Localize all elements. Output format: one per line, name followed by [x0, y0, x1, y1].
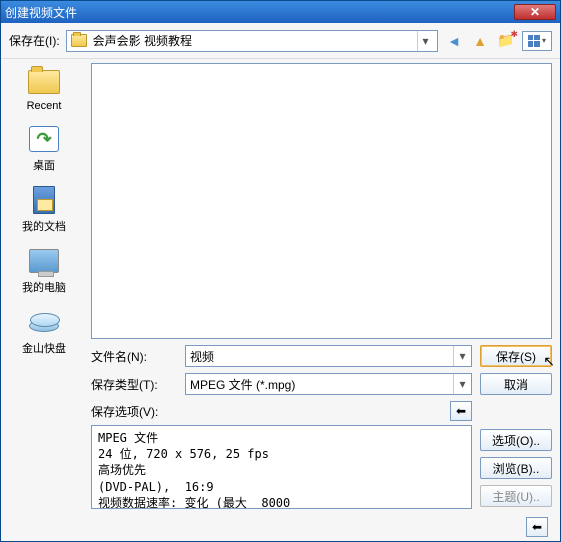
main-panel: 文件名(N): ▾ 保存(S) ↖ 保存类型(T): MPEG 文件 (*.mp…	[87, 59, 560, 541]
filetype-value: MPEG 文件 (*.mpg)	[186, 376, 453, 393]
places-sidebar: Recent 桌面 我的文档 我的电脑 金山快盘	[1, 59, 87, 541]
titlebar: 创建视频文件 ✕	[1, 1, 560, 23]
chevron-down-icon: ▾	[542, 36, 546, 45]
nav-bottom: ⬅	[91, 517, 552, 537]
computer-icon	[29, 249, 59, 273]
save-in-label: 保存在(I):	[9, 32, 60, 49]
chevron-down-icon[interactable]: ▾	[417, 31, 433, 51]
theme-button[interactable]: 主题(U)..	[480, 485, 552, 507]
chevron-down-icon[interactable]: ▾	[453, 346, 471, 366]
browse-button[interactable]: 浏览(B)..	[480, 457, 552, 479]
filetype-combo[interactable]: MPEG 文件 (*.mpg) ▾	[185, 373, 472, 395]
desktop-icon	[29, 126, 59, 152]
right-buttons: 选项(O).. 浏览(B).. 主题(U)..	[480, 401, 552, 509]
cursor-icon: ↖	[543, 353, 555, 370]
documents-icon	[33, 186, 55, 214]
disk-icon	[29, 320, 59, 332]
cancel-button[interactable]: 取消	[480, 373, 552, 395]
filetype-row: 保存类型(T): MPEG 文件 (*.mpg) ▾ 取消	[91, 373, 552, 395]
sidebar-item-recent[interactable]: Recent	[27, 67, 62, 112]
save-in-path: 会声会影 视频教程	[93, 32, 411, 49]
options-left: 保存选项(V): ⬅ MPEG 文件 24 位, 720 x 576, 25 f…	[91, 401, 472, 509]
sidebar-item-label: 金山快盘	[22, 340, 66, 356]
options-button[interactable]: 选项(O)..	[480, 429, 552, 451]
body-area: Recent 桌面 我的文档 我的电脑 金山快盘 文件名(N):	[1, 59, 560, 541]
filename-row: 文件名(N): ▾ 保存(S) ↖	[91, 345, 552, 367]
filename-combo[interactable]: ▾	[185, 345, 472, 367]
up-one-level-icon[interactable]: ▲	[470, 31, 490, 51]
save-options-label: 保存选项(V):	[91, 403, 158, 420]
dialog-window: 创建视频文件 ✕ 保存在(I): 会声会影 视频教程 ▾ ◄ ▲ 📁 ▾ Rec…	[0, 0, 561, 542]
save-button[interactable]: 保存(S) ↖	[480, 345, 552, 367]
sidebar-item-label: 我的文档	[22, 218, 66, 234]
toolbar: 保存在(I): 会声会影 视频教程 ▾ ◄ ▲ 📁 ▾	[1, 23, 560, 59]
collapse-left-button-2[interactable]: ⬅	[526, 517, 548, 537]
window-title: 创建视频文件	[5, 4, 514, 21]
view-grid-icon	[528, 35, 540, 47]
back-icon[interactable]: ◄	[444, 31, 464, 51]
file-list[interactable]	[91, 63, 552, 339]
folder-icon	[71, 34, 87, 47]
recent-folder-icon	[28, 70, 60, 94]
sidebar-item-mydocs[interactable]: 我的文档	[22, 185, 66, 234]
sidebar-item-jinshan[interactable]: 金山快盘	[22, 307, 66, 356]
filename-input[interactable]	[186, 349, 453, 363]
sidebar-item-label: 桌面	[33, 157, 55, 173]
filetype-label: 保存类型(T):	[91, 376, 177, 393]
chevron-down-icon[interactable]: ▾	[453, 374, 471, 394]
sidebar-item-desktop[interactable]: 桌面	[27, 124, 61, 173]
close-button[interactable]: ✕	[514, 4, 556, 20]
collapse-left-button[interactable]: ⬅	[450, 401, 472, 421]
sidebar-item-label: Recent	[27, 100, 62, 112]
view-menu-button[interactable]: ▾	[522, 31, 552, 51]
sidebar-item-mycomputer[interactable]: 我的电脑	[22, 246, 66, 295]
new-folder-icon[interactable]: 📁	[496, 31, 516, 51]
filename-label: 文件名(N):	[91, 348, 177, 365]
format-info-box: MPEG 文件 24 位, 720 x 576, 25 fps 高场优先 (DV…	[91, 425, 472, 509]
sidebar-item-label: 我的电脑	[22, 279, 66, 295]
save-in-combo[interactable]: 会声会影 视频教程 ▾	[66, 30, 438, 52]
options-row: 保存选项(V): ⬅ MPEG 文件 24 位, 720 x 576, 25 f…	[91, 401, 552, 509]
